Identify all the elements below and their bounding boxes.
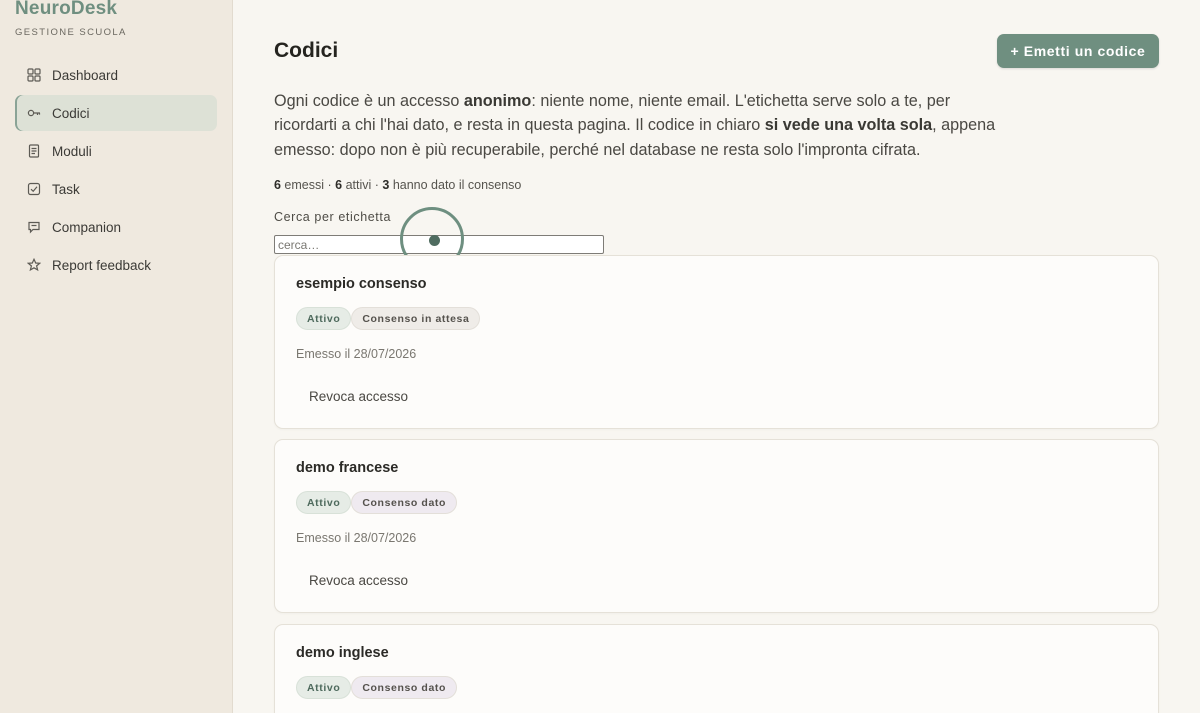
issued-date: Emesso il 28/07/2026 [296, 531, 417, 545]
code-label: demo francese [296, 460, 399, 476]
code-label: demo inglese [296, 645, 389, 661]
consent-badge: Consenso dato [351, 491, 457, 514]
document-icon [26, 143, 42, 159]
sidebar-item-moduli[interactable]: Moduli [15, 133, 217, 169]
sidebar-item-label: Report feedback [52, 257, 152, 273]
issued-label: emessi · [280, 178, 336, 192]
sidebar-item-task[interactable]: Task [15, 171, 217, 207]
status-badge: Attivo [296, 676, 352, 699]
sidebar-item-codici[interactable]: Codici [15, 95, 217, 131]
brand-name[interactable]: NeuroDesk [15, 0, 117, 20]
star-icon [26, 257, 42, 273]
badge-group: Attivo Consenso in attesa [296, 307, 481, 330]
active-label: attivi · [342, 178, 383, 192]
sidebar-nav: Dashboard Codici Moduli Task Companion R… [15, 57, 217, 285]
sidebar-item-label: Task [52, 181, 80, 197]
search-label: Cerca per etichetta [274, 210, 392, 224]
intro-part-1: Ogni codice è un accesso [274, 92, 464, 110]
revoke-access-button[interactable]: Revoca accesso [309, 573, 408, 588]
issue-code-button[interactable]: + Emetti un codice [997, 34, 1159, 68]
sidebar-item-label: Companion [52, 219, 122, 235]
revoke-access-button[interactable]: Revoca accesso [309, 389, 408, 404]
checkbox-icon [26, 181, 42, 197]
consent-label: hanno dato il consenso [389, 178, 522, 192]
grid-icon [26, 67, 42, 83]
issued-date: Emesso il 28/07/2026 [296, 347, 417, 361]
intro-bold-anonymous: anonimo [463, 92, 532, 110]
badge-group: Attivo Consenso dato [296, 491, 457, 514]
sidebar: NeuroDesk GESTIONE SCUOLA Dashboard Codi… [0, 0, 233, 713]
main-content: Codici + Emetti un codice Ogni codice è … [233, 0, 1200, 713]
code-stats: 6 emessi · 6 attivi · 3 hanno dato il co… [274, 178, 521, 192]
sidebar-item-label: Codici [52, 105, 90, 121]
search-input[interactable] [274, 235, 604, 254]
brand-subtitle: GESTIONE SCUOLA [15, 27, 127, 38]
consent-badge: Consenso dato [351, 676, 457, 699]
sidebar-item-label: Dashboard [52, 67, 119, 83]
sidebar-item-dashboard[interactable]: Dashboard [15, 57, 217, 93]
intro-bold-once: si vede una volta sola [764, 116, 933, 135]
sidebar-item-companion[interactable]: Companion [15, 209, 217, 245]
status-badge: Attivo [296, 307, 352, 330]
chat-icon [26, 219, 42, 235]
code-card: demo francese Attivo Consenso dato Emess… [274, 439, 1159, 613]
sidebar-item-label: Moduli [52, 143, 92, 159]
sidebar-item-report-feedback[interactable]: Report feedback [15, 247, 217, 283]
status-badge: Attivo [296, 491, 352, 514]
key-icon [26, 105, 42, 121]
badge-group: Attivo Consenso dato [296, 676, 457, 699]
intro-text: Ogni codice è un accesso anonimo: niente… [274, 89, 1004, 162]
consent-badge: Consenso in attesa [351, 307, 481, 330]
page-title: Codici [274, 39, 339, 62]
issued-count: 6 [274, 178, 281, 192]
code-card: demo inglese Attivo Consenso dato [274, 624, 1159, 713]
code-card: esempio consenso Attivo Consenso in atte… [274, 255, 1159, 429]
code-label: esempio consenso [296, 276, 427, 292]
